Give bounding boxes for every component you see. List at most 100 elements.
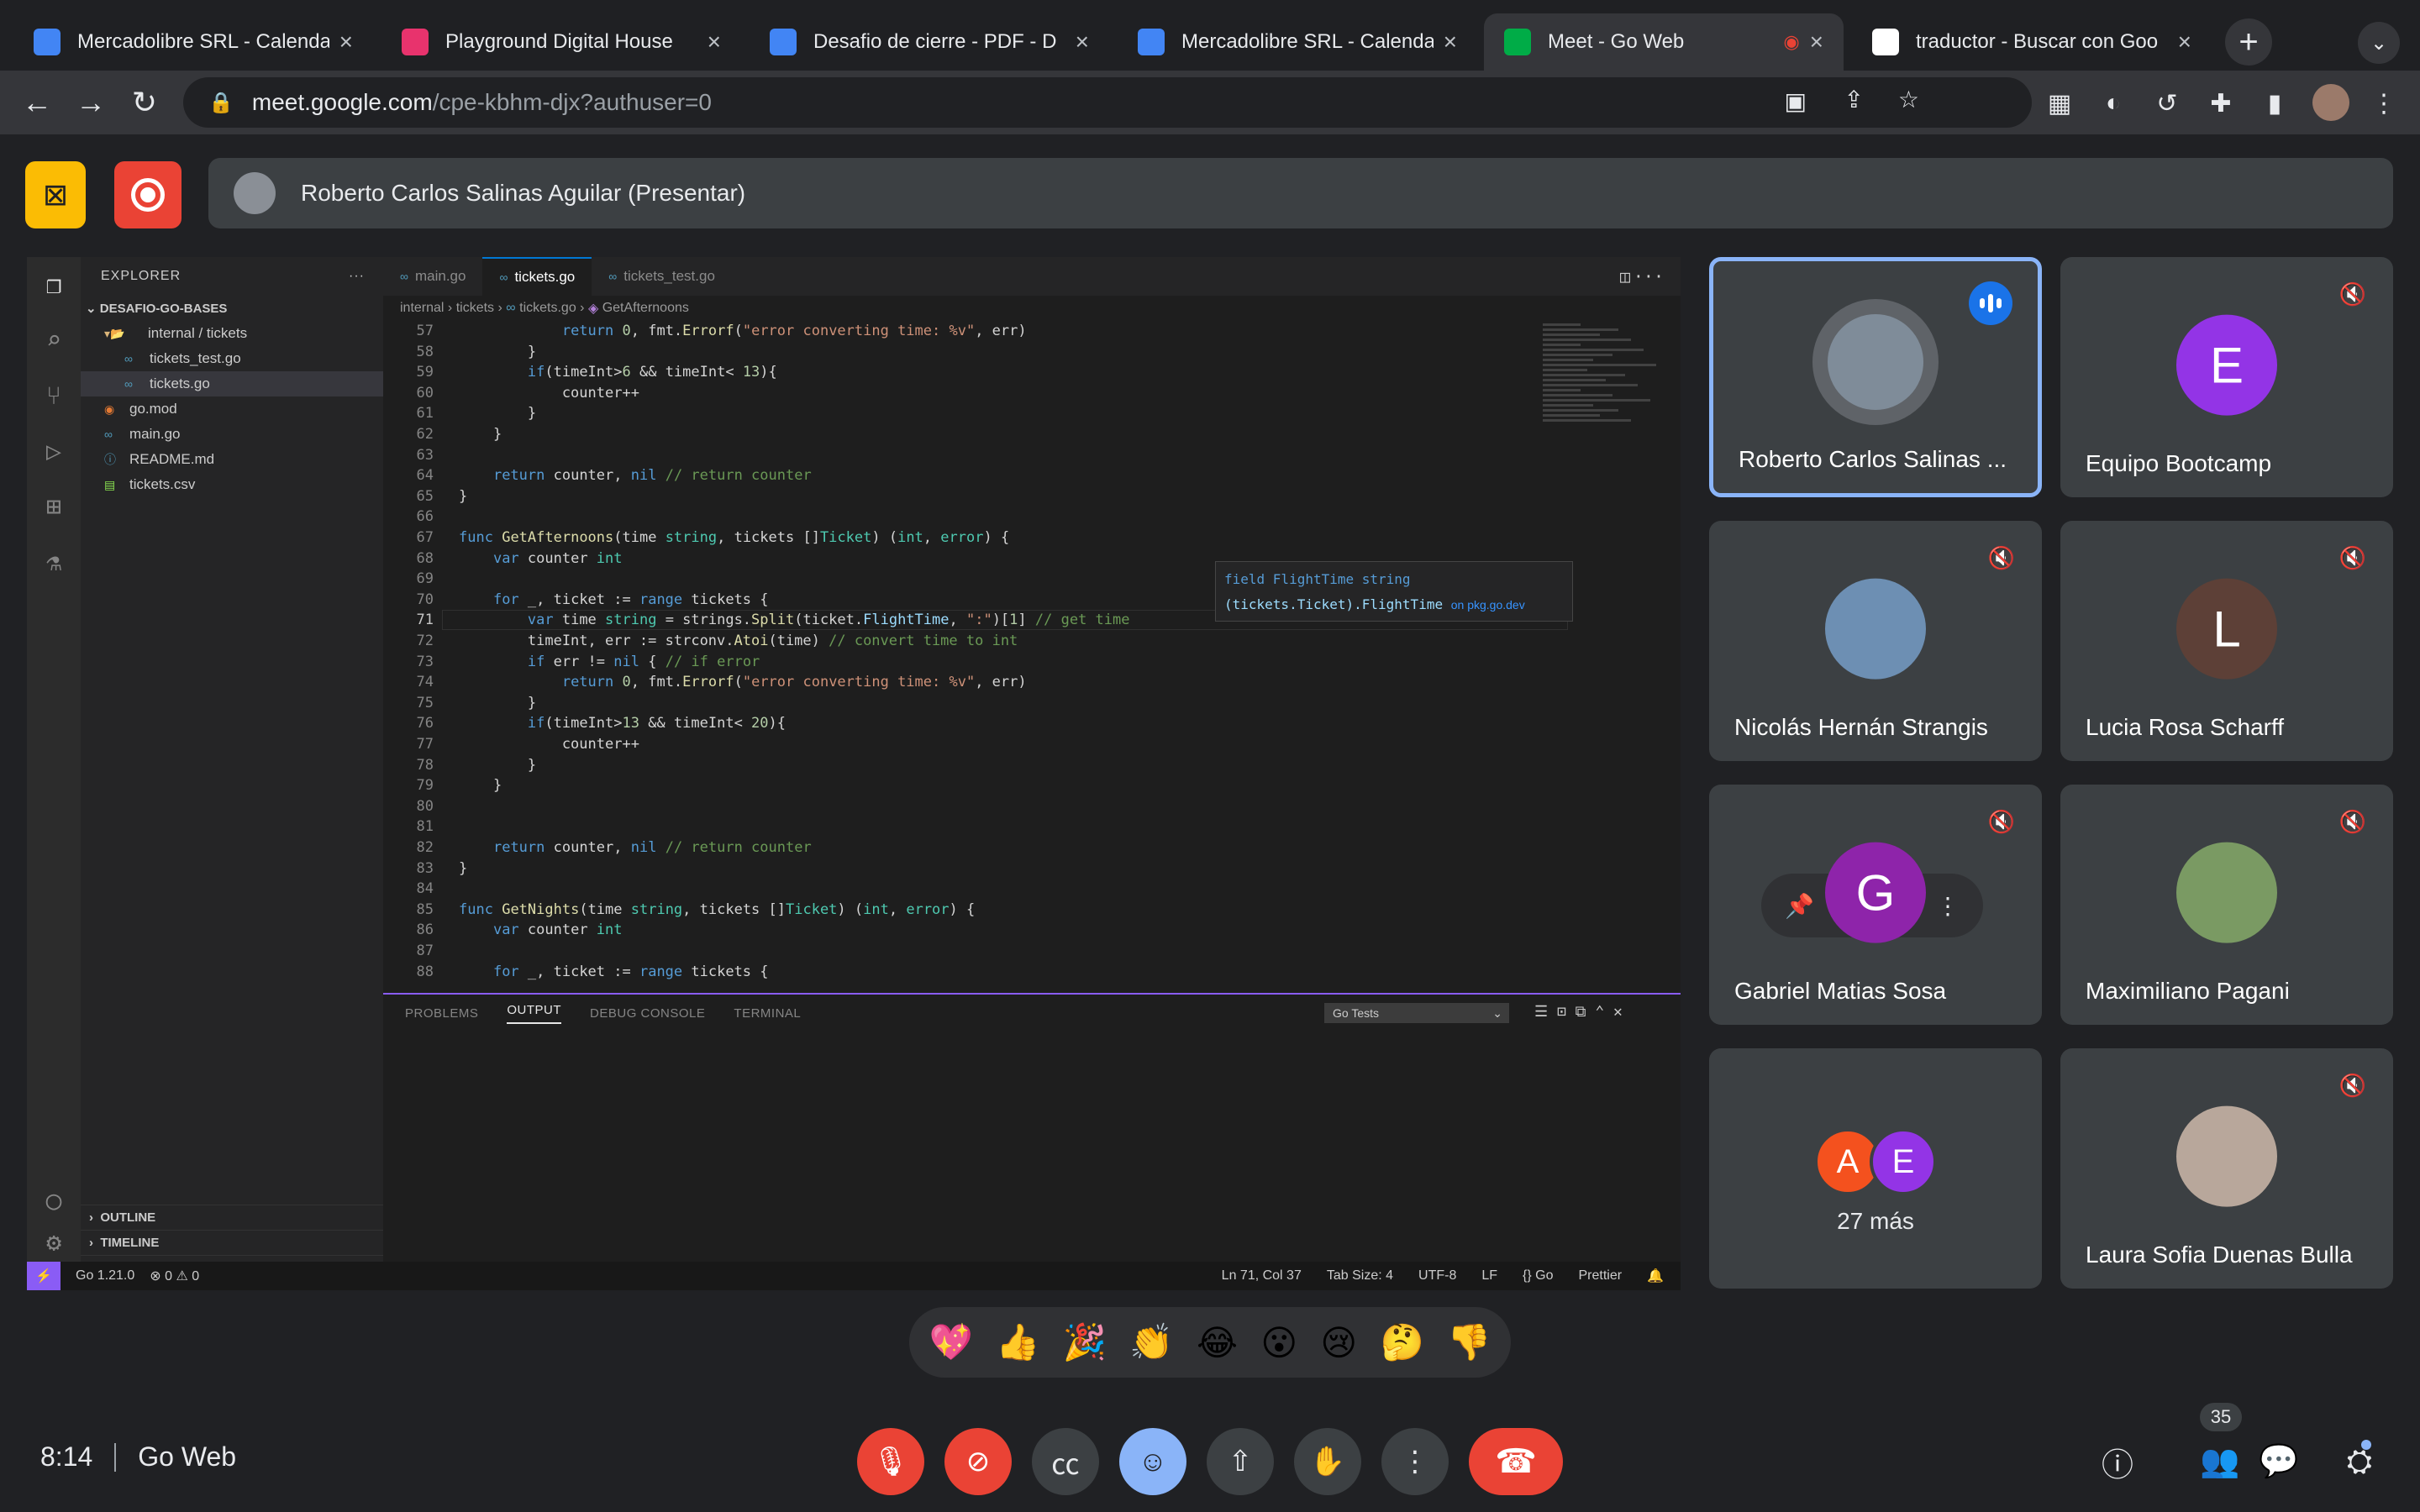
- browser-menu-icon[interactable]: ⋮: [2366, 86, 2402, 121]
- more-vert-icon[interactable]: ⋮: [1936, 892, 1960, 920]
- editor-more-icon[interactable]: ···: [1634, 266, 1664, 286]
- reaction-emoji-button[interactable]: 👍: [996, 1322, 1039, 1363]
- puzzle-icon[interactable]: ✚: [2203, 86, 2238, 121]
- activities-button[interactable]: ⛭: [2334, 1436, 2385, 1487]
- profile-avatar[interactable]: [2312, 84, 2349, 121]
- tab-tickets-test-go[interactable]: ∞ tickets_test.go: [592, 257, 732, 296]
- reaction-emoji-button[interactable]: 😢: [1320, 1322, 1357, 1363]
- source-control-icon[interactable]: ⑂: [27, 368, 81, 423]
- reaction-emoji-button[interactable]: 🎉: [1063, 1322, 1107, 1363]
- mic-off-button[interactable]: 🎙: [857, 1428, 924, 1495]
- tree-item[interactable]: ▤ tickets.csv: [81, 472, 383, 497]
- testing-icon[interactable]: ⚗: [27, 534, 81, 590]
- raise-hand-button[interactable]: ✋: [1294, 1428, 1361, 1495]
- people-button[interactable]: 👥: [2195, 1436, 2245, 1487]
- browser-tab-6[interactable]: traductor - Buscar con Goo ×: [1852, 13, 2212, 71]
- cursor-position[interactable]: Ln 71, Col 37: [1222, 1268, 1302, 1284]
- more-options-button[interactable]: ⋮: [1381, 1428, 1449, 1495]
- split-editor-icon[interactable]: ◫: [1620, 266, 1630, 286]
- minimap[interactable]: [1543, 321, 1669, 590]
- tab-tickets-go[interactable]: ∞ tickets.go: [482, 257, 592, 296]
- new-tab-button[interactable]: +: [2225, 18, 2272, 66]
- present-button[interactable]: ⇧: [1207, 1428, 1274, 1495]
- explorer-icon[interactable]: ❐: [27, 257, 81, 312]
- pin-icon[interactable]: 📌: [1785, 892, 1814, 920]
- reaction-emoji-button[interactable]: 😂: [1197, 1322, 1238, 1363]
- tree-item[interactable]: ◉ go.mod: [81, 396, 383, 422]
- code-area[interactable]: 57 return 0, fmt.Errorf("error convertin…: [383, 321, 1669, 993]
- tree-item[interactable]: ∞ tickets.go: [81, 371, 383, 396]
- problems-count[interactable]: ⊗ 0 ⚠ 0: [150, 1268, 199, 1284]
- encoding[interactable]: UTF-8: [1418, 1268, 1456, 1284]
- stop-presenting-button[interactable]: ⊠: [25, 161, 86, 228]
- browser-tab-1[interactable]: Mercadolibre SRL - Calenda ×: [13, 13, 373, 71]
- refresh-extension-icon[interactable]: ↺: [2149, 86, 2185, 121]
- browser-tab-3[interactable]: Desafio de cierre - PDF - D ×: [750, 13, 1109, 71]
- participant-tile[interactable]: G Gabriel Matias Sosa 🔇 📌 ⋮: [1709, 785, 2042, 1025]
- leave-call-button[interactable]: ☎: [1469, 1428, 1563, 1495]
- browser-tab-2[interactable]: Playground Digital House ×: [381, 13, 741, 71]
- reaction-emoji-button[interactable]: 😮: [1260, 1322, 1297, 1363]
- meeting-details-button[interactable]: ⓘ: [2092, 1436, 2143, 1487]
- more-participants-tile[interactable]: A E 27 más: [1709, 1048, 2042, 1289]
- remote-icon[interactable]: ⚡: [27, 1262, 60, 1290]
- close-tab-icon[interactable]: ×: [708, 29, 721, 55]
- panel-tab-output[interactable]: OUTPUT: [507, 1003, 562, 1024]
- run-debug-icon[interactable]: ▷: [27, 423, 81, 479]
- address-bar[interactable]: 🔒 meet.google.com/cpe-kbhm-djx?authuser=…: [183, 77, 2032, 128]
- panel-tab-terminal[interactable]: TERMINAL: [734, 1006, 801, 1021]
- panel-tab-debug-console[interactable]: DEBUG CONSOLE: [590, 1006, 705, 1021]
- panel-tab-problems[interactable]: PROBLEMS: [405, 1006, 478, 1021]
- back-icon[interactable]: ←: [15, 81, 59, 124]
- bookmark-star-icon[interactable]: ☆: [1898, 86, 1919, 113]
- participant-tile[interactable]: E Equipo Bootcamp 🔇: [2060, 257, 2393, 497]
- section-go[interactable]: [81, 1255, 383, 1262]
- qr-extension-icon[interactable]: ▦: [2042, 86, 2077, 121]
- recording-button[interactable]: [114, 161, 182, 228]
- prettier-status[interactable]: Prettier: [1579, 1268, 1623, 1284]
- tree-item[interactable]: ∞ main.go: [81, 422, 383, 447]
- output-channel-select[interactable]: Go Tests ⌄: [1324, 1003, 1509, 1023]
- share-icon[interactable]: ⇪: [1844, 86, 1864, 113]
- participant-tile[interactable]: Laura Sofia Duenas Bulla 🔇: [2060, 1048, 2393, 1289]
- reactions-button[interactable]: ☺: [1119, 1428, 1186, 1495]
- project-folder[interactable]: ⌄ DESAFIO-GO-BASES: [81, 296, 383, 321]
- tree-item[interactable]: ▾📂 internal / tickets: [81, 321, 383, 346]
- close-tab-icon[interactable]: ×: [2178, 29, 2191, 55]
- close-tab-icon[interactable]: ×: [1076, 29, 1089, 55]
- captions-button[interactable]: ㏄: [1032, 1428, 1099, 1495]
- tree-item[interactable]: ∞ tickets_test.go: [81, 346, 383, 371]
- camera-icon[interactable]: ▣: [1785, 87, 1807, 115]
- section-outline[interactable]: › OUTLINE: [81, 1205, 383, 1230]
- close-tab-icon[interactable]: ×: [1444, 29, 1457, 55]
- reaction-emoji-button[interactable]: 👏: [1129, 1322, 1173, 1363]
- go-version[interactable]: Go 1.21.0: [76, 1268, 134, 1284]
- participant-tile[interactable]: Roberto Carlos Salinas ...: [1709, 257, 2042, 497]
- browser-tab-5[interactable]: Meet - Go Web ◉ ×: [1484, 13, 1844, 71]
- participant-tile[interactable]: Maximiliano Pagani 🔇: [2060, 785, 2393, 1025]
- tab-search-button[interactable]: ⌄: [2358, 22, 2400, 64]
- language-mode[interactable]: {} Go: [1523, 1268, 1553, 1284]
- reaction-emoji-button[interactable]: 🤔: [1380, 1322, 1423, 1363]
- participant-tile[interactable]: L Lucia Rosa Scharff 🔇: [2060, 521, 2393, 761]
- tree-item[interactable]: ⓘ README.md: [81, 447, 383, 472]
- notifications-bell-icon[interactable]: 🔔: [1647, 1268, 1664, 1284]
- extension-icon[interactable]: ◐: [2096, 86, 2131, 121]
- section-timeline[interactable]: › TIMELINE: [81, 1230, 383, 1255]
- reload-icon[interactable]: ↻: [123, 81, 166, 124]
- close-tab-icon[interactable]: ×: [339, 29, 353, 55]
- participant-tile[interactable]: Nicolás Hernán Strangis 🔇: [1709, 521, 2042, 761]
- search-icon[interactable]: ⌕: [27, 312, 81, 368]
- extensions-icon[interactable]: ⊞: [27, 479, 81, 534]
- side-panel-icon[interactable]: ▮: [2257, 86, 2292, 121]
- browser-tab-4[interactable]: Mercadolibre SRL - Calenda ×: [1118, 13, 1477, 71]
- camera-off-button[interactable]: ⊘: [944, 1428, 1012, 1495]
- close-tab-icon[interactable]: ×: [1810, 29, 1823, 55]
- reaction-emoji-button[interactable]: 👎: [1447, 1322, 1491, 1363]
- panel-actions[interactable]: ☰ ⊡ ⧉ ⌃ ✕: [1534, 1003, 1623, 1021]
- chat-button[interactable]: 💬: [2254, 1436, 2304, 1487]
- forward-icon[interactable]: →: [69, 81, 113, 124]
- reaction-emoji-button[interactable]: 💖: [929, 1322, 973, 1363]
- tab-size[interactable]: Tab Size: 4: [1327, 1268, 1393, 1284]
- tab-main-go[interactable]: ∞ main.go: [383, 257, 482, 296]
